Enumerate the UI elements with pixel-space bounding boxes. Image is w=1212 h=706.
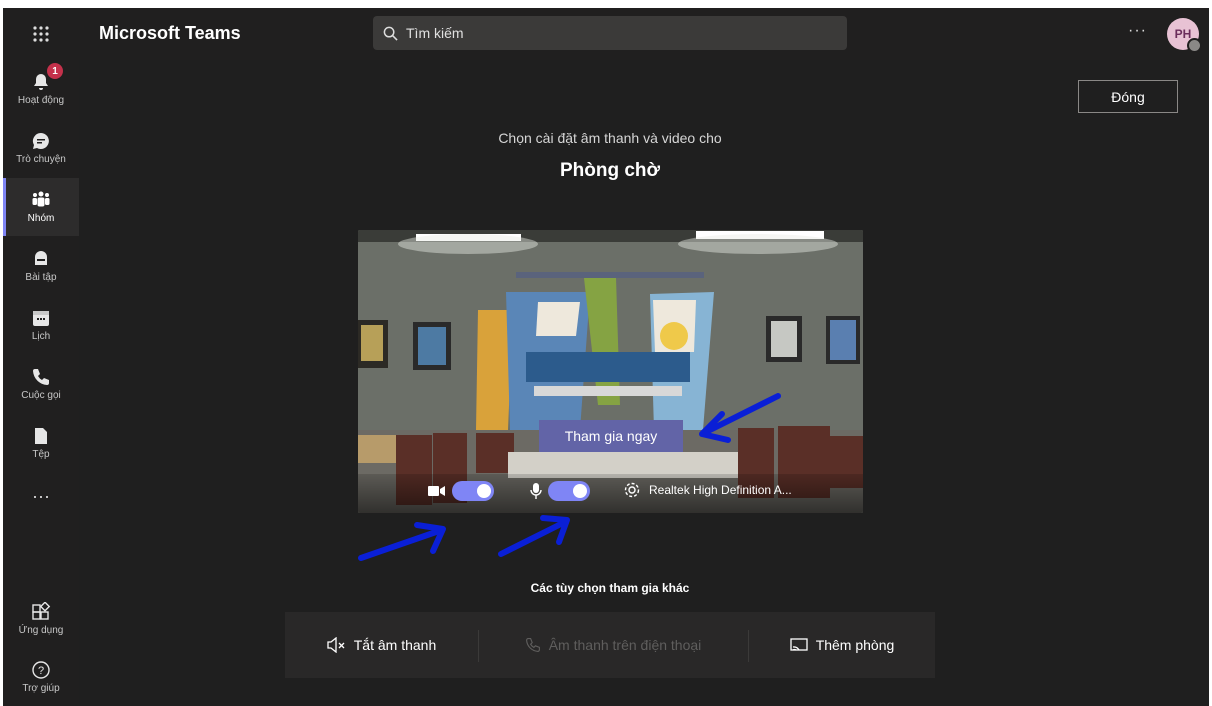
notification-badge: 1 bbox=[46, 62, 64, 80]
device-settings-button[interactable]: Realtek High Definition A... bbox=[623, 481, 792, 499]
speaker-off-icon bbox=[327, 637, 345, 653]
rail-item-files[interactable]: Tệp bbox=[3, 414, 79, 472]
annotation-arrow-video bbox=[358, 522, 446, 561]
rail-item-teams[interactable]: Nhóm bbox=[3, 178, 79, 236]
rail-item-label: Cuộc gọi bbox=[21, 390, 61, 401]
phone-audio-option: Âm thanh trên điện thoại bbox=[479, 612, 747, 678]
annotation-arrow-mic bbox=[498, 515, 570, 557]
prejoin-subtitle: Chọn cài đặt âm thanh và video cho bbox=[498, 130, 722, 146]
file-icon bbox=[35, 428, 47, 444]
rail-item-label: Ứng dụng bbox=[18, 625, 64, 636]
video-camera-icon bbox=[428, 486, 445, 496]
add-room-option[interactable]: Thêm phòng bbox=[749, 612, 935, 678]
other-join-options: Tắt âm thanh Âm thanh trên điện thoại Th… bbox=[285, 612, 935, 678]
search-input[interactable]: Tìm kiếm bbox=[373, 16, 847, 50]
assignments-icon bbox=[35, 251, 47, 265]
rail-item-help[interactable]: ? Trợ giúp bbox=[3, 648, 79, 706]
app-launcher-button[interactable] bbox=[3, 8, 79, 60]
rail-item-label: Tệp bbox=[32, 449, 50, 460]
cast-icon bbox=[790, 638, 808, 651]
rail-item-label: Trợ giúp bbox=[22, 683, 60, 694]
app-title: Microsoft Teams bbox=[99, 23, 241, 43]
join-now-button[interactable]: Tham gia ngay bbox=[539, 420, 683, 452]
video-control bbox=[428, 481, 494, 501]
rail-item-calendar[interactable]: Lịch bbox=[3, 296, 79, 354]
camera-preview: Tham gia ngay Realtek High Definition A.… bbox=[358, 230, 863, 513]
rail-item-assignments[interactable]: Bài tập bbox=[3, 237, 79, 295]
rail-item-label: Lịch bbox=[31, 331, 51, 342]
waffle-icon bbox=[33, 26, 49, 42]
option-label: Tắt âm thanh bbox=[353, 637, 437, 653]
calendar-icon bbox=[33, 311, 49, 326]
phone-icon bbox=[33, 369, 49, 385]
rail-item-calls[interactable]: Cuộc gọi bbox=[3, 355, 79, 413]
phone-audio-icon bbox=[525, 638, 540, 652]
camera-feed-image bbox=[358, 230, 863, 513]
top-bar: Microsoft Teams Tìm kiếm ··· PH bbox=[3, 8, 1209, 60]
meeting-name: Phòng chờ bbox=[559, 160, 661, 181]
rail-item-label: Bài tập bbox=[25, 272, 57, 283]
rail-item-chat[interactable]: Trò chuyện bbox=[3, 119, 79, 177]
presence-status-icon bbox=[1187, 38, 1202, 53]
teams-icon bbox=[32, 191, 50, 207]
rail-item-label: Nhóm bbox=[27, 213, 55, 224]
rail-item-activity[interactable]: 1 Hoạt động bbox=[3, 60, 79, 118]
avatar[interactable]: PH bbox=[1167, 18, 1202, 53]
audio-device-label: Realtek High Definition A... bbox=[649, 483, 792, 497]
more-options-button[interactable]: ··· bbox=[1128, 22, 1147, 40]
gear-icon bbox=[624, 482, 640, 498]
annotation-arrow-join bbox=[699, 393, 781, 443]
microphone-icon bbox=[530, 483, 542, 499]
teams-window: Microsoft Teams Tìm kiếm ··· PH 1 Hoạt đ… bbox=[3, 8, 1209, 706]
mic-toggle[interactable] bbox=[548, 481, 590, 501]
option-label: Âm thanh trên điện thoại bbox=[548, 637, 702, 653]
svg-text:?: ? bbox=[38, 665, 44, 677]
search-placeholder: Tìm kiếm bbox=[406, 25, 464, 41]
app-bar: 1 Hoạt động Trò chuyện Nhóm Bài tập Lịch… bbox=[3, 60, 79, 706]
search-icon bbox=[383, 26, 398, 41]
rail-more-apps-button[interactable]: ··· bbox=[3, 486, 79, 516]
rail-item-label: Hoạt động bbox=[17, 95, 65, 106]
option-label: Thêm phòng bbox=[815, 637, 895, 653]
rail-item-apps[interactable]: Ứng dụng bbox=[3, 590, 79, 648]
mic-control bbox=[530, 481, 590, 501]
help-icon: ? bbox=[32, 661, 50, 679]
other-join-options-title: Các tùy chọn tham gia khác bbox=[530, 581, 690, 595]
close-button[interactable]: Đóng bbox=[1078, 80, 1178, 113]
apps-icon bbox=[32, 602, 51, 620]
audio-off-option[interactable]: Tắt âm thanh bbox=[285, 612, 477, 678]
chat-icon bbox=[32, 132, 49, 149]
rail-item-label: Trò chuyện bbox=[16, 154, 66, 165]
video-toggle[interactable] bbox=[452, 481, 494, 501]
